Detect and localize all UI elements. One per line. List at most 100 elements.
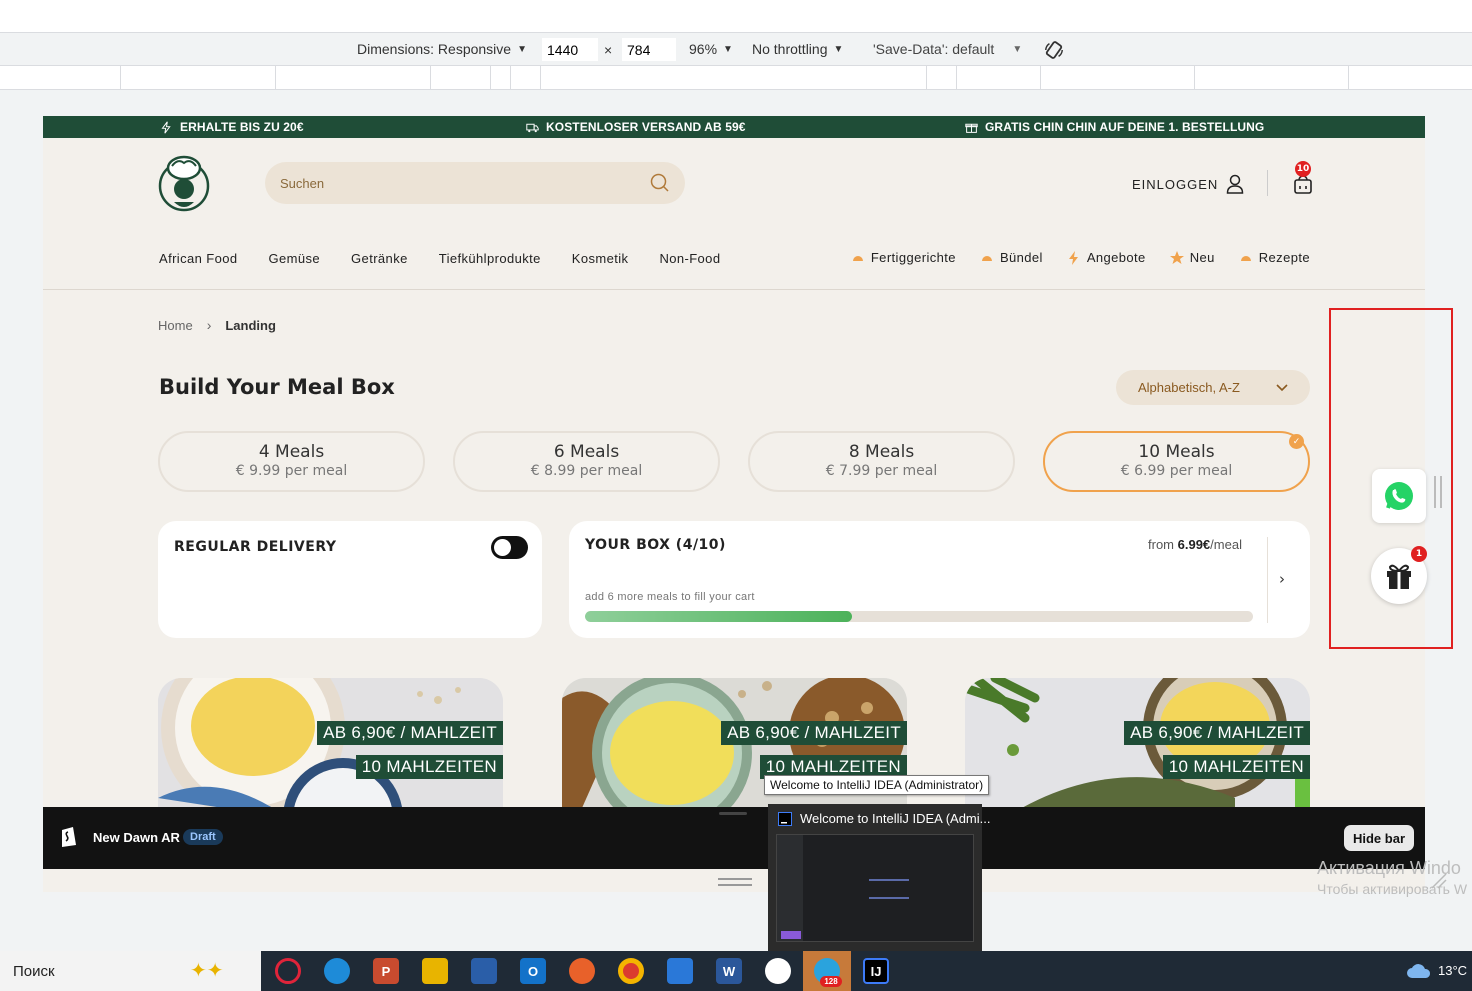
edge-icon[interactable] <box>324 958 350 984</box>
taskbar-window-preview[interactable]: Welcome to IntelliJ IDEA (Admi... <box>768 804 991 951</box>
save-data-dropdown[interactable]: 'Save-Data': default ▼ <box>873 41 1022 57</box>
sparkle-icon: ✦✦ <box>190 960 224 982</box>
powerpoint-icon[interactable]: P <box>373 958 399 984</box>
zoom-value: 96% <box>689 41 718 57</box>
check-icon: ✓ <box>1289 434 1304 449</box>
slack-icon[interactable] <box>765 958 791 984</box>
resize-corner-icon[interactable] <box>1430 872 1448 890</box>
nav-item-non-food[interactable]: Non-Food <box>659 251 720 266</box>
search-input[interactable] <box>280 175 650 191</box>
preview-thumbnail <box>776 834 974 942</box>
intellij-taskbar-icon[interactable]: IJ <box>863 958 889 984</box>
lightning-icon <box>1068 250 1078 265</box>
highlight-rectangle <box>1329 308 1453 649</box>
user-icon <box>1227 174 1244 194</box>
login-link[interactable]: EINLOGGEN <box>1132 174 1244 194</box>
site-header: EINLOGGEN 10 African Food Gemüse Getränk… <box>43 138 1425 290</box>
hide-bar-button[interactable]: Hide bar <box>1344 825 1414 851</box>
media-query-ruler <box>0 66 1472 90</box>
sort-label: Alphabetisch, A-Z <box>1138 380 1240 395</box>
breadcrumb-home[interactable]: Home <box>158 318 193 333</box>
nav-item-neu[interactable]: Neu <box>1169 250 1215 265</box>
dimensions-dropdown[interactable]: Dimensions: Responsive ▼ <box>357 41 527 57</box>
taskbar-search[interactable]: Поиск ✦✦ <box>0 951 261 991</box>
caret-down-icon: ▼ <box>1012 43 1023 55</box>
telegram-badge: 128 <box>820 976 842 987</box>
your-box-title: YOUR BOX (4/10) <box>585 537 726 553</box>
plan-option-4-meals[interactable]: 4 Meals € 9.99 per meal <box>158 431 425 492</box>
meal-card-image[interactable]: AB 6,90€ / MAHLZEIT 10 MAHLZEITEN <box>562 678 907 818</box>
meal-card-image[interactable]: AB 6,90€ / MAHLZEIT 10 MAHLZEITEN <box>965 678 1310 818</box>
bottom-resize-handle[interactable] <box>718 878 752 886</box>
height-input[interactable] <box>622 38 676 61</box>
nav-item-tiefkuehlprodukte[interactable]: Tiefkühlprodukte <box>439 251 541 266</box>
store-icon[interactable] <box>471 958 497 984</box>
cart-button[interactable]: 10 <box>1293 161 1315 194</box>
box-progress-bar <box>585 611 1253 622</box>
file-explorer-icon[interactable] <box>422 958 448 984</box>
plan-price: € 7.99 per meal <box>825 463 938 479</box>
throttling-dropdown[interactable]: No throttling ▼ <box>752 41 843 57</box>
times-sign: × <box>604 42 613 58</box>
search-icon[interactable] <box>650 173 670 193</box>
firefox-icon[interactable] <box>569 958 595 984</box>
plan-option-8-meals[interactable]: 8 Meals € 7.99 per meal <box>748 431 1015 492</box>
regular-delivery-toggle[interactable] <box>491 536 528 559</box>
promo-item-discount: ERHALTE BIS ZU 20€ <box>160 120 304 134</box>
caret-down-icon: ▼ <box>833 43 844 55</box>
plan-option-6-meals[interactable]: 6 Meals € 8.99 per meal <box>453 431 720 492</box>
plan-price: € 9.99 per meal <box>235 463 348 479</box>
search-bar[interactable] <box>265 162 685 204</box>
your-box-card: YOUR BOX (4/10) from 6.99€/meal › add 6 … <box>569 521 1310 638</box>
nav-item-gemuese[interactable]: Gemüse <box>269 251 321 266</box>
plan-option-10-meals[interactable]: 10 Meals € 6.99 per meal ✓ <box>1043 431 1310 492</box>
rotate-icon[interactable] <box>1043 39 1065 61</box>
promo-item-shipping: KOSTENLOSER VERSAND AB 59€ <box>526 120 746 134</box>
dish-icon <box>851 255 864 262</box>
opera-icon[interactable] <box>275 958 301 984</box>
promo-text: KOSTENLOSER VERSAND AB 59€ <box>546 120 746 134</box>
secondary-nav: Fertiggerichte Bündel Angebote Neu Rezep… <box>851 250 1310 265</box>
browser-top-strip <box>0 0 1472 32</box>
nav-item-kosmetik[interactable]: Kosmetik <box>572 251 629 266</box>
page-title: Build Your Meal Box <box>159 375 395 399</box>
preview-title: Welcome to IntelliJ IDEA (Admi... <box>800 811 991 826</box>
network-app-icon[interactable] <box>667 958 693 984</box>
nav-item-fertiggerichte[interactable]: Fertiggerichte <box>851 250 956 265</box>
breadcrumb: Home › Landing <box>158 317 276 333</box>
outlook-icon[interactable]: O <box>520 958 546 984</box>
plan-name: 6 Meals <box>553 442 620 462</box>
box-hint: add 6 more meals to fill your cart <box>585 591 755 603</box>
chevron-right-icon[interactable]: › <box>1279 570 1285 588</box>
zoom-dropdown[interactable]: 96% ▼ <box>689 41 733 57</box>
regular-delivery-card: REGULAR DELIVERY <box>158 521 542 638</box>
nav-item-angebote[interactable]: Angebote <box>1067 250 1146 265</box>
word-icon[interactable]: W <box>716 958 742 984</box>
nav-item-rezepte[interactable]: Rezepte <box>1239 250 1310 265</box>
brand-logo[interactable] <box>158 154 210 212</box>
plan-name: 8 Meals <box>848 442 915 462</box>
promo-text: GRATIS CHIN CHIN AUF DEINE 1. BESTELLUNG <box>985 120 1265 134</box>
taskbar-search-label: Поиск <box>13 962 55 980</box>
nav-item-getraenke[interactable]: Getränke <box>351 251 408 266</box>
telegram-icon[interactable]: 128 <box>814 958 842 987</box>
cart-count-badge: 10 <box>1295 161 1311 177</box>
gift-icon <box>965 123 978 133</box>
emulated-page: ERHALTE BIS ZU 20€ KOSTENLOSER VERSAND A… <box>43 116 1425 892</box>
weather-widget[interactable]: 13°C <box>1406 961 1467 979</box>
box-divider <box>1267 537 1268 623</box>
box-progress-fill <box>585 611 853 622</box>
chrome-icon[interactable] <box>618 958 644 984</box>
taskbar-tooltip: Welcome to IntelliJ IDEA (Administrator) <box>764 775 990 795</box>
width-input[interactable] <box>542 38 598 61</box>
plan-price: € 6.99 per meal <box>1120 463 1233 479</box>
shopify-preview-bar: New Dawn AR Draft Hide bar <box>43 807 1425 869</box>
drag-handle[interactable] <box>719 812 747 815</box>
nav-item-african-food[interactable]: African Food <box>159 251 238 266</box>
header-divider <box>1267 170 1268 196</box>
meal-count-tag: 10 MAHLZEITEN <box>355 755 503 779</box>
meal-card-image[interactable]: AB 6,90€ / MAHLZEIT 10 MAHLZEITEN <box>158 678 503 818</box>
sort-dropdown[interactable]: Alphabetisch, A-Z <box>1116 370 1310 405</box>
login-label: EINLOGGEN <box>1132 176 1219 192</box>
nav-item-buendel[interactable]: Bündel <box>980 250 1043 265</box>
